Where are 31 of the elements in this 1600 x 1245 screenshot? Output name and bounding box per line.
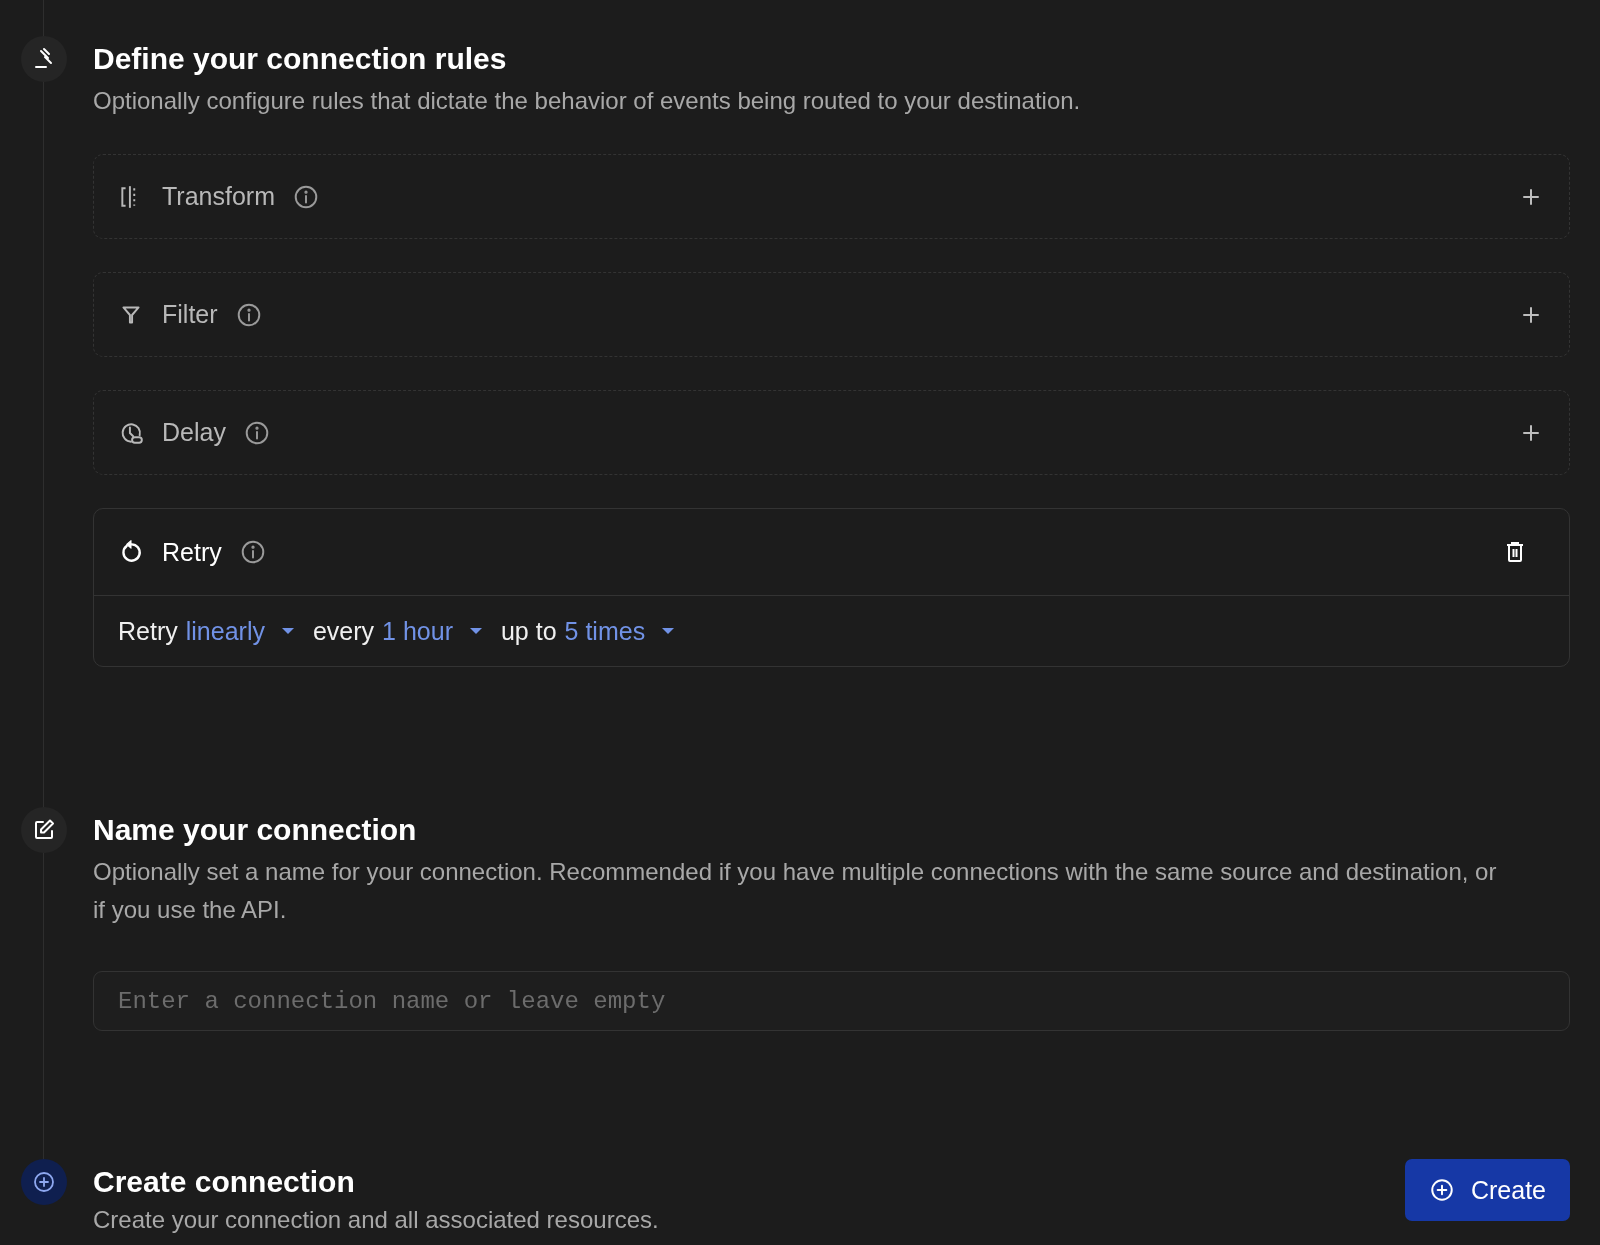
- section-title: Name your connection: [93, 812, 418, 848]
- section-description: Create your connection and all associated resources.: [93, 1205, 659, 1235]
- section-description: Optionally set a name for your connection. Recommended if you have multiple connections with the same source and destination, or if you use the API.: [93, 857, 1498, 925]
- caret-icon: [661, 626, 676, 636]
- info-icon[interactable]: [239, 539, 266, 565]
- option-dropdown[interactable]: 1 hour: [382, 616, 483, 646]
- section-title: Define your connection rules: [93, 41, 508, 77]
- plus-circle-icon: [1428, 1177, 1455, 1203]
- caret-icon: [468, 626, 483, 636]
- section-description: Optionally configure rules that dictate the behavior of events being routed to your destination.: [93, 86, 1081, 116]
- add-icon[interactable]: [1521, 186, 1541, 207]
- retry-sentence-text: every: [312, 616, 375, 646]
- option-dropdown[interactable]: linearly: [185, 616, 295, 646]
- add-icon[interactable]: [1521, 422, 1541, 443]
- rule-label: Transform: [162, 182, 275, 211]
- rule-label: Filter: [162, 300, 218, 329]
- info-icon[interactable]: [293, 183, 319, 210]
- retry-sentence-text: Retry: [118, 616, 178, 646]
- rule-label: Delay: [162, 418, 226, 447]
- section-title: Create connection: [93, 1164, 356, 1200]
- connection-name-field[interactable]: Enter a connection name or leave empty: [93, 971, 1570, 1031]
- info-icon[interactable]: [235, 301, 262, 328]
- rule-label: Retry: [162, 537, 222, 567]
- create-button[interactable]: Create: [1404, 1159, 1570, 1221]
- plus-circle-icon: [32, 1170, 56, 1194]
- info-icon[interactable]: [243, 419, 270, 446]
- edit-icon: [32, 818, 56, 842]
- retry-sentence-text: up to: [500, 616, 557, 646]
- caret-icon: [280, 626, 295, 636]
- option-dropdown[interactable]: 5 times: [564, 616, 676, 646]
- add-icon[interactable]: [1521, 304, 1541, 325]
